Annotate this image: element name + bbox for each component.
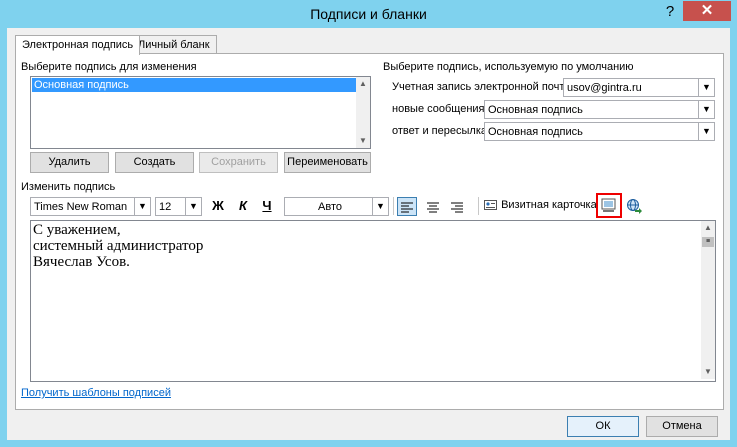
- list-scrollbar[interactable]: ▲ ▼: [356, 77, 370, 148]
- align-center-icon: [427, 202, 439, 213]
- align-left-button[interactable]: [397, 197, 417, 216]
- font-select[interactable]: Times New Roman ▼: [30, 197, 151, 216]
- chevron-down-icon[interactable]: ▼: [185, 198, 201, 215]
- globe-link-icon: [627, 199, 642, 214]
- scroll-thumb[interactable]: ≡: [702, 237, 714, 247]
- editor-scrollbar[interactable]: ▲ ≡ ▼: [701, 221, 715, 379]
- new-messages-value: Основная подпись: [488, 104, 583, 116]
- chevron-down-icon[interactable]: ▼: [698, 123, 714, 140]
- align-right-button[interactable]: [447, 197, 467, 216]
- scroll-down-icon[interactable]: ▼: [701, 365, 715, 379]
- create-button[interactable]: Создать: [115, 152, 194, 173]
- font-value: Times New Roman: [34, 201, 128, 213]
- chevron-down-icon[interactable]: ▼: [698, 79, 714, 96]
- account-select[interactable]: usov@gintra.ru ▼: [563, 78, 715, 97]
- new-messages-select[interactable]: Основная подпись ▼: [484, 100, 715, 119]
- window-title: Подписи и бланки: [310, 6, 427, 22]
- rename-button[interactable]: Переименовать: [284, 152, 371, 173]
- chevron-down-icon[interactable]: ▼: [698, 101, 714, 118]
- scroll-up-icon[interactable]: ▲: [356, 77, 370, 91]
- chevron-down-icon[interactable]: ▼: [372, 198, 388, 215]
- scroll-up-icon[interactable]: ▲: [701, 221, 715, 235]
- business-card-icon: [484, 200, 497, 211]
- underline-button[interactable]: Ч: [258, 197, 276, 215]
- delete-button[interactable]: Удалить: [30, 152, 109, 173]
- signature-text[interactable]: С уважением, системный администратор Вяч…: [33, 222, 203, 270]
- font-size-value: 12: [159, 201, 172, 213]
- new-messages-label: новые сообщения:: [392, 103, 488, 115]
- title-bar: Подписи и бланки ? ✕: [0, 0, 737, 28]
- align-right-icon: [451, 202, 463, 213]
- toolbar-divider: [393, 197, 394, 215]
- signature-list[interactable]: Основная подпись ▲ ▼: [30, 76, 371, 149]
- toolbar-divider: [478, 197, 479, 215]
- edit-signature-label: Изменить подпись: [21, 181, 116, 193]
- signature-line: Вячеслав Усов.: [33, 254, 130, 270]
- tab-electronic-signature[interactable]: Электронная подпись: [15, 35, 141, 55]
- cancel-button[interactable]: Отмена: [646, 416, 718, 437]
- align-left-icon: [401, 202, 413, 213]
- hyperlink-button[interactable]: [626, 198, 642, 214]
- font-color-select[interactable]: Авто ▼: [284, 197, 389, 216]
- get-templates-link[interactable]: Получить шаблоны подписей: [21, 387, 171, 399]
- bold-button[interactable]: Ж: [209, 197, 227, 215]
- signature-editor[interactable]: С уважением, системный администратор Вяч…: [30, 220, 716, 382]
- highlight-box: [596, 193, 622, 218]
- ok-button[interactable]: ОК: [567, 416, 639, 437]
- reply-select[interactable]: Основная подпись ▼: [484, 122, 715, 141]
- save-button[interactable]: Сохранить: [199, 152, 278, 173]
- business-card-label: Визитная карточка: [501, 199, 597, 212]
- italic-button[interactable]: К: [234, 197, 252, 215]
- chevron-down-icon[interactable]: ▼: [134, 198, 150, 215]
- font-size-select[interactable]: 12 ▼: [155, 197, 202, 216]
- business-card-button[interactable]: Визитная карточка: [484, 199, 597, 215]
- close-button[interactable]: ✕: [683, 1, 731, 21]
- signature-line: системный администратор: [33, 238, 204, 254]
- reply-label: ответ и пересылка:: [392, 125, 491, 137]
- scroll-down-icon[interactable]: ▼: [356, 134, 370, 148]
- list-item[interactable]: Основная подпись: [32, 78, 357, 92]
- select-signature-label: Выберите подпись для изменения: [21, 61, 197, 73]
- tab-personal-stationery[interactable]: Личный бланк: [131, 35, 217, 54]
- font-color-value: Авто: [318, 201, 342, 213]
- default-signature-label: Выберите подпись, используемую по умолча…: [383, 61, 634, 73]
- account-label: Учетная запись электронной почты:: [392, 81, 576, 93]
- account-value: usov@gintra.ru: [567, 82, 642, 94]
- signature-line: С уважением,: [33, 222, 121, 238]
- help-button[interactable]: ?: [659, 1, 681, 23]
- reply-value: Основная подпись: [488, 126, 583, 138]
- align-center-button[interactable]: [423, 197, 443, 216]
